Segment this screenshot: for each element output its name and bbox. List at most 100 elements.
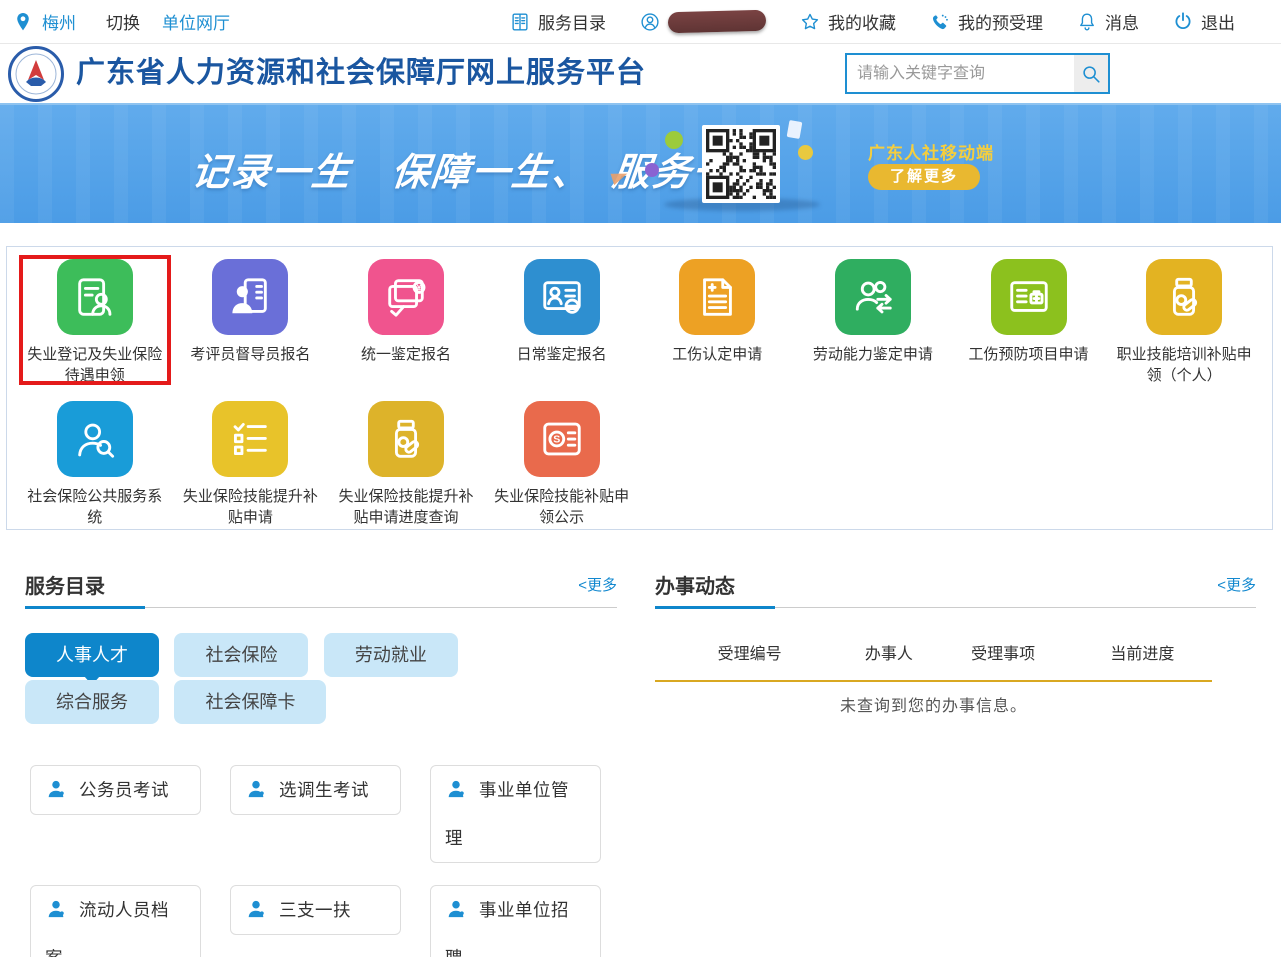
messages-menu[interactable]: 消息 [1076,9,1139,34]
id-card-stamp-icon [524,259,600,335]
person-search-icon [57,401,133,477]
pre-acceptance-label: 我的预受理 [958,9,1043,34]
service-unified-appraisal[interactable]: ¥ 统一鉴定报名 [328,259,484,401]
location-group: 梅州 切换 单位网厅 [12,9,230,34]
card-mobile-personnel-files[interactable]: 流动人员档案 [30,885,201,957]
activity-section-title: 办事动态 [655,576,735,598]
svg-text:S: S [553,434,560,446]
activity-table-header: 受理编号 办事人 受理事项 当前进度 [655,640,1212,664]
site-logo [8,46,64,102]
activity-more-link[interactable]: <更多 [1217,574,1256,595]
user-circle-icon [639,11,661,33]
card-selected-graduate-exam[interactable]: 选调生考试 [230,765,401,815]
topbar-menu: 服务目录 我的收藏 我的预受理 消息 退出 [509,9,1235,34]
search-button[interactable] [1074,55,1108,92]
list-firstaid-icon [991,259,1067,335]
current-city[interactable]: 梅州 [42,9,76,34]
star-icon [799,11,821,33]
service-label: 劳动能力鉴定申请 [802,344,944,365]
service-social-insurance-public[interactable]: 社会保险公共服务系统 [17,401,173,528]
qr-code [702,125,780,203]
site-header: 广东省人力资源和社会保障厅网上服务平台 [0,44,1281,103]
service-catalog-section: 服务目录 <更多 人事人才 社会保险 劳动就业 综合服务 社会保障卡 公务员考试… [25,570,617,957]
card-three-supports[interactable]: 三支一扶 [230,885,401,935]
purple-dot-decor [645,163,659,177]
search-box [845,53,1110,94]
search-input[interactable] [847,55,1074,92]
phone-icon [929,11,951,33]
tab-social-insurance[interactable]: 社会保险 [174,633,308,677]
catalog-cards: 公务员考试 选调生考试 事业单位管理 流动人员档案 三支一扶 事业单位招聘 [30,765,617,957]
person-doc-icon [212,259,288,335]
page: 梅州 切换 单位网厅 服务目录 我的收藏 我的预受理 消息 [0,0,1281,957]
search-icon [1080,63,1102,85]
checklist-icon [212,401,288,477]
table-divider [655,680,1212,682]
redacted-username [668,10,767,34]
service-skill-subsidy-publicity[interactable]: S 失业保险技能补贴申领公示 [484,401,640,528]
service-catalog-menu[interactable]: 服务目录 [509,9,606,34]
card-label: 三支一扶 [279,900,351,920]
service-label: 职业技能培训补贴申领（个人） [1113,344,1255,386]
favorites-menu[interactable]: 我的收藏 [799,9,896,34]
person-icon [245,770,267,792]
card-public-institution-recruit[interactable]: 事业单位招聘 [430,885,601,957]
mobile-app-label: 广东人社移动端 [868,139,994,164]
tab-personnel-talent[interactable]: 人事人才 [25,633,159,677]
card-label: 公务员考试 [79,780,169,800]
service-unemployment-registration[interactable]: 失业登记及失业保险待遇申领 [17,259,173,401]
banner-slogan: 记录一生 保障一生、 服务一生 [189,141,776,196]
empty-state-text: 未查询到您的办事信息。 [655,692,1212,716]
messages-label: 消息 [1105,9,1139,34]
doc-person-icon [57,259,133,335]
bell-icon [1076,11,1098,33]
service-label: 工伤预防项目申请 [958,344,1100,365]
catalog-more-link[interactable]: <更多 [578,574,617,595]
service-label: 失业登记及失业保险待遇申领 [24,344,166,386]
person-icon [445,890,467,912]
logout-menu[interactable]: 退出 [1172,9,1235,34]
quick-services-panel: 失业登记及失业保险待遇申领 考评员督导员报名 ¥ 统一鉴定报名 日常鉴定报名 工… [6,246,1273,530]
service-labor-capacity[interactable]: 劳动能力鉴定申请 [795,259,951,401]
logout-label: 退出 [1201,9,1235,34]
learn-more-button[interactable]: 了解更多 [868,164,980,190]
service-training-subsidy[interactable]: 职业技能培训补贴申领（个人） [1106,259,1262,401]
service-examiner-signup[interactable]: 考评员督导员报名 [173,259,329,401]
user-account[interactable] [639,11,766,33]
tab-comprehensive-service[interactable]: 综合服务 [25,680,159,724]
card-civil-servant-exam[interactable]: 公务员考试 [30,765,201,815]
person-icon [445,770,467,792]
service-daily-appraisal[interactable]: 日常鉴定报名 [484,259,640,401]
card-public-institution-mgmt[interactable]: 事业单位管理 [430,765,601,863]
service-label: 社会保险公共服务系统 [24,486,166,528]
activity-section: 办事动态 <更多 受理编号 办事人 受理事项 当前进度 未查询到您的办事信息。 [655,570,1256,716]
service-skill-subsidy-progress[interactable]: 失业保险技能提升补贴申请进度查询 [328,401,484,528]
service-label: 工伤认定申请 [646,344,788,365]
banner: 记录一生 保障一生、 服务一生 广东人社移动端 了解更多 [0,103,1281,223]
location-pin-icon [12,11,34,33]
medicine-bottle-icon [368,401,444,477]
service-label: 失业保险技能提升补贴申请 [179,486,321,528]
service-label: 失业保险技能补贴申领公示 [491,486,633,528]
service-injury-recognition[interactable]: 工伤认定申请 [640,259,796,401]
service-skill-subsidy-apply[interactable]: 失业保险技能提升补贴申请 [173,401,329,528]
quick-services-grid: 失业登记及失业保险待遇申领 考评员督导员报名 ¥ 统一鉴定报名 日常鉴定报名 工… [7,247,1272,528]
page-title: 广东省人力资源和社会保障厅网上服务平台 [76,44,646,103]
service-injury-prevention[interactable]: 工伤预防项目申请 [951,259,1107,401]
person-icon [45,890,67,912]
tab-labor-employment[interactable]: 劳动就业 [324,633,458,677]
tab-social-security-card[interactable]: 社会保障卡 [174,680,326,724]
doc-plus-icon [679,259,755,335]
service-label: 统一鉴定报名 [335,344,477,365]
unit-hall-link[interactable]: 单位网厅 [162,9,230,34]
service-label: 日常鉴定报名 [491,344,633,365]
card-label: 选调生考试 [279,780,369,800]
power-icon [1172,11,1194,33]
catalog-section-head: 服务目录 <更多 [25,570,617,608]
activity-section-head: 办事动态 <更多 [655,570,1256,608]
switch-city-link[interactable]: 切换 [106,9,140,34]
catalog-tabs: 人事人才 社会保险 劳动就业 综合服务 社会保障卡 [25,633,617,725]
pre-acceptance-menu[interactable]: 我的预受理 [929,9,1043,34]
coin-dot-decor [798,145,813,160]
service-label: 失业保险技能提升补贴申请进度查询 [335,486,477,528]
